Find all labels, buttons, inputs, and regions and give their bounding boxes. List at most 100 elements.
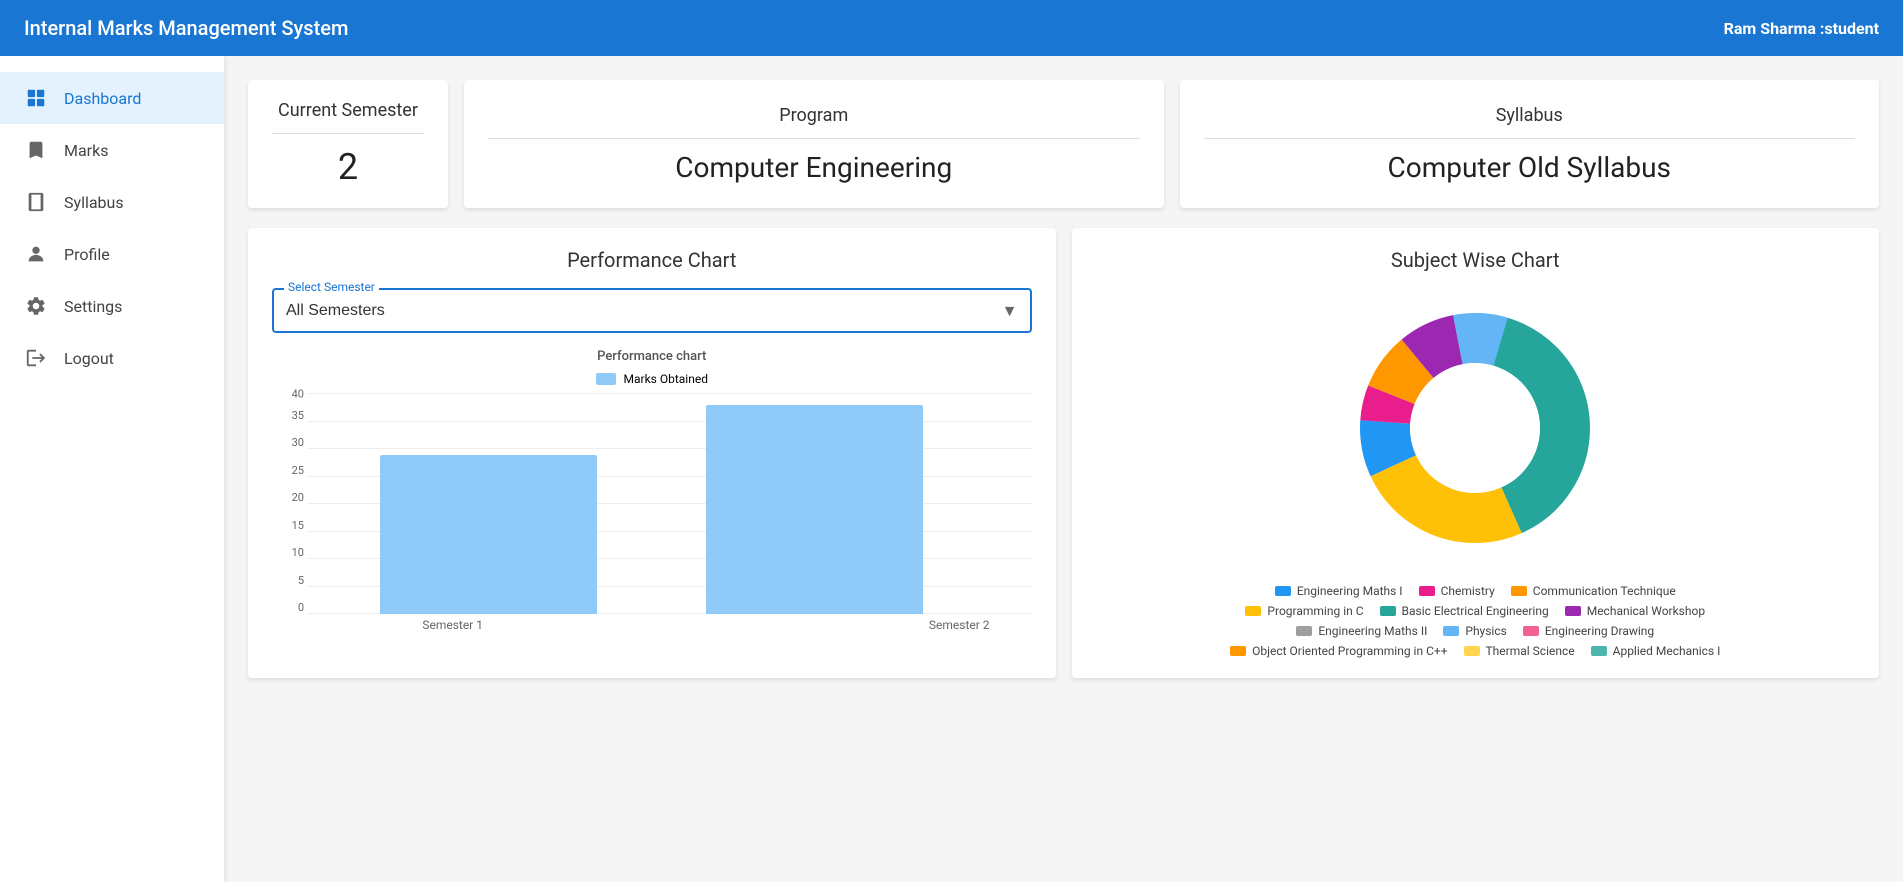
legend-color-chemistry xyxy=(1419,586,1435,596)
legend-eng-maths-1: Engineering Maths I xyxy=(1275,584,1403,598)
legend-color-eng-drawing xyxy=(1523,626,1539,636)
grid-6 xyxy=(308,448,1032,449)
donut-chart-container: Engineering Maths I Chemistry Communicat… xyxy=(1096,288,1856,658)
sidebar-item-settings[interactable]: Settings xyxy=(0,280,224,332)
person-icon xyxy=(24,242,48,266)
legend-label-eng-maths-1: Engineering Maths I xyxy=(1297,584,1403,598)
sidebar-item-syllabus[interactable]: Syllabus xyxy=(0,176,224,228)
legend-prog-c: Programming in C xyxy=(1245,604,1363,618)
semester-label: Current Semester xyxy=(272,100,424,134)
bookmark-icon xyxy=(24,138,48,162)
semester-select-wrapper: Select Semester All Semesters Semester 1… xyxy=(272,288,1032,333)
performance-chart-card: Performance Chart Select Semester All Se… xyxy=(248,228,1056,678)
legend-eng-maths-2: Engineering Maths II xyxy=(1296,624,1427,638)
y-20: 20 xyxy=(292,491,304,504)
select-semester-label: Select Semester xyxy=(284,280,379,294)
sidebar-settings-label: Settings xyxy=(64,297,122,316)
legend-color-eng-maths-1 xyxy=(1275,586,1291,596)
program-value: Computer Engineering xyxy=(675,151,952,184)
legend-color-applied-mech xyxy=(1591,646,1607,656)
subject-chart-card: Subject Wise Chart xyxy=(1072,228,1880,678)
legend-color-eng-maths-2 xyxy=(1296,626,1312,636)
y-10: 10 xyxy=(292,546,304,559)
sidebar: Dashboard Marks Syllabus Profile Setting… xyxy=(0,56,224,882)
grid-icon xyxy=(24,86,48,110)
sidebar-profile-label: Profile xyxy=(64,245,110,264)
syllabus-card: Syllabus Computer Old Syllabus xyxy=(1180,80,1880,208)
donut-legend: Engineering Maths I Chemistry Communicat… xyxy=(1225,584,1725,658)
syllabus-label: Syllabus xyxy=(1204,105,1856,139)
program-label: Program xyxy=(488,105,1140,139)
sidebar-marks-label: Marks xyxy=(64,141,108,160)
y-5: 5 xyxy=(298,574,304,587)
legend-oop-cpp: Object Oriented Programming in C++ xyxy=(1230,644,1447,658)
bar-chart-subtitle: Performance chart xyxy=(272,349,1032,364)
book-icon xyxy=(24,190,48,214)
main-layout: Dashboard Marks Syllabus Profile Setting… xyxy=(0,56,1903,882)
semester-value: 2 xyxy=(338,146,358,188)
bar-sem1 xyxy=(380,455,597,615)
legend-thermal: Thermal Science xyxy=(1464,644,1575,658)
legend-label-oop-cpp: Object Oriented Programming in C++ xyxy=(1252,644,1447,658)
legend-physics: Physics xyxy=(1443,624,1506,638)
legend-mech-workshop: Mechanical Workshop xyxy=(1565,604,1705,618)
legend-applied-mech: Applied Mechanics I xyxy=(1591,644,1721,658)
content-area: Current Semester 2 Program Computer Engi… xyxy=(224,56,1903,882)
x-axis: Semester 1 Semester 2 xyxy=(272,618,1032,632)
topbar: Internal Marks Management System Ram Sha… xyxy=(0,0,1903,56)
legend-label-eng-drawing: Engineering Drawing xyxy=(1545,624,1654,638)
legend-label-prog-c: Programming in C xyxy=(1267,604,1363,618)
sidebar-syllabus-label: Syllabus xyxy=(64,193,124,212)
sidebar-logout-label: Logout xyxy=(64,349,114,368)
legend-color-physics xyxy=(1443,626,1459,636)
legend-label-mech-workshop: Mechanical Workshop xyxy=(1587,604,1705,618)
sidebar-item-logout[interactable]: Logout xyxy=(0,332,224,384)
y-40: 40 xyxy=(292,388,304,401)
grid-8 xyxy=(308,393,1032,394)
legend-color-thermal xyxy=(1464,646,1480,656)
y-15: 15 xyxy=(292,519,304,532)
legend-color-comm-tech xyxy=(1511,586,1527,596)
sidebar-dashboard-label: Dashboard xyxy=(64,89,141,108)
legend-comm-tech: Communication Technique xyxy=(1511,584,1676,598)
legend-label-applied-mech: Applied Mechanics I xyxy=(1613,644,1721,658)
legend-bee: Basic Electrical Engineering xyxy=(1380,604,1549,618)
legend-label-chemistry: Chemistry xyxy=(1441,584,1495,598)
legend-label-thermal: Thermal Science xyxy=(1486,644,1575,658)
info-cards-row: Current Semester 2 Program Computer Engi… xyxy=(248,80,1879,208)
user-label: Ram Sharma :student xyxy=(1724,19,1879,38)
legend-label-physics: Physics xyxy=(1465,624,1506,638)
semester-select[interactable]: All Semesters Semester 1 Semester 2 xyxy=(274,290,1030,331)
legend-label-eng-maths-2: Engineering Maths II xyxy=(1318,624,1427,638)
grid-7 xyxy=(308,421,1032,422)
y-axis: 0 5 10 15 20 25 30 35 40 xyxy=(272,394,308,614)
y-0: 0 xyxy=(298,601,304,614)
legend-color-mech-workshop xyxy=(1565,606,1581,616)
sidebar-item-dashboard[interactable]: Dashboard xyxy=(0,72,224,124)
y-30: 30 xyxy=(292,436,304,449)
legend-color-prog-c xyxy=(1245,606,1261,616)
y-25: 25 xyxy=(292,464,304,477)
bar-area xyxy=(308,394,1032,614)
legend-color-oop-cpp xyxy=(1230,646,1246,656)
app-title: Internal Marks Management System xyxy=(24,16,348,40)
legend-color-marks xyxy=(596,373,616,385)
semester-card: Current Semester 2 xyxy=(248,80,448,208)
syllabus-value: Computer Old Syllabus xyxy=(1388,151,1672,184)
charts-row: Performance Chart Select Semester All Se… xyxy=(248,228,1879,678)
y-35: 35 xyxy=(292,409,304,422)
logout-icon xyxy=(24,346,48,370)
legend-color-bee xyxy=(1380,606,1396,616)
legend-label-comm-tech: Communication Technique xyxy=(1533,584,1676,598)
sidebar-item-marks[interactable]: Marks xyxy=(0,124,224,176)
sidebar-item-profile[interactable]: Profile xyxy=(0,228,224,280)
bar-chart-legend: Marks Obtained xyxy=(272,372,1032,386)
x-label-sem2: Semester 2 xyxy=(489,618,1032,632)
legend-label-bee: Basic Electrical Engineering xyxy=(1402,604,1549,618)
program-card: Program Computer Engineering xyxy=(464,80,1164,208)
bar-sem2 xyxy=(706,405,923,614)
legend-chemistry: Chemistry xyxy=(1419,584,1495,598)
subject-chart-title: Subject Wise Chart xyxy=(1096,248,1856,272)
performance-chart-title: Performance Chart xyxy=(272,248,1032,272)
legend-label-marks: Marks Obtained xyxy=(624,372,708,386)
